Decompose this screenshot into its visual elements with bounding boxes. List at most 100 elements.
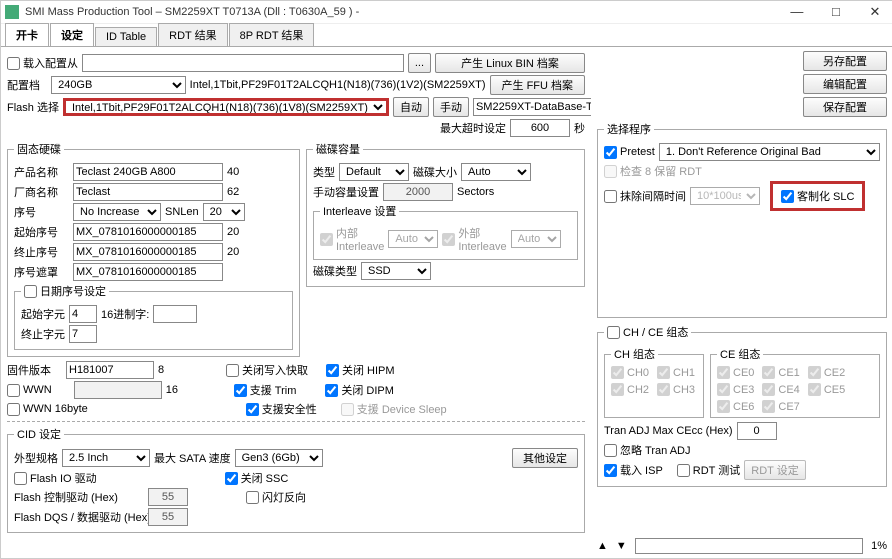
- inner-interleave-select: Auto: [388, 230, 438, 248]
- ch2-check[interactable]: CH2: [611, 383, 649, 396]
- capacity-group: 磁碟容量 类型Default磁碟大小Auto 手动容量设置Sectors Int…: [306, 141, 585, 287]
- tab-open-card[interactable]: 开卡: [5, 23, 49, 46]
- ce0-check[interactable]: CE0: [717, 366, 754, 379]
- outer-interleave-check[interactable]: 外部Interleave: [442, 225, 506, 253]
- profile-select[interactable]: 240GB: [51, 76, 186, 94]
- led-invert-check[interactable]: 闪灯反向: [246, 489, 306, 505]
- title-bar: SMI Mass Production Tool – SM2259XT T071…: [1, 1, 892, 24]
- close-button[interactable]: ✕: [857, 1, 892, 23]
- disk-type-select[interactable]: SSD: [361, 262, 431, 280]
- security-check[interactable]: 支援安全性: [246, 401, 317, 417]
- cap-size-select[interactable]: Auto: [461, 163, 531, 181]
- ce3-check[interactable]: CE3: [717, 383, 754, 396]
- erase-interval-select: 10*100us: [690, 187, 760, 205]
- ce7-check[interactable]: CE7: [762, 400, 799, 413]
- outer-interleave-select: Auto: [511, 230, 561, 248]
- other-settings-button[interactable]: 其他设定: [512, 448, 578, 468]
- flash-ctrl-hex: [148, 488, 188, 506]
- load-isp-check[interactable]: 载入 ISP: [604, 462, 663, 478]
- erase-interval-check[interactable]: 抹除间隔时间: [604, 188, 686, 204]
- inner-interleave-check[interactable]: 内部Interleave: [320, 225, 384, 253]
- close-hipm-check[interactable]: 关闭 HIPM: [326, 362, 395, 378]
- hex-input[interactable]: [153, 305, 197, 323]
- save-config-button[interactable]: 保存配置: [803, 97, 887, 117]
- product-name[interactable]: [73, 163, 223, 181]
- cap-type-select[interactable]: Default: [339, 163, 409, 181]
- capacity-legend: 磁碟容量: [313, 141, 363, 157]
- end-serial[interactable]: [73, 243, 223, 261]
- start-sn-label: 起始序号: [14, 224, 69, 240]
- ch-legend: CH 组态: [611, 346, 658, 362]
- flash-select[interactable]: Intel,1Tbit,PF29F01T2ALCQH1(N18)(736)(1V…: [63, 98, 389, 116]
- maximize-button[interactable]: □: [818, 1, 854, 23]
- tab-8p-rdt-result[interactable]: 8P RDT 结果: [229, 23, 315, 46]
- sort-up-icon[interactable]: ▲: [597, 540, 608, 552]
- minimize-button[interactable]: —: [779, 1, 815, 23]
- save-as-button[interactable]: 另存配置: [803, 51, 887, 71]
- ch3-check[interactable]: CH3: [657, 383, 695, 396]
- close-dipm-check[interactable]: 关闭 DIPM: [325, 382, 394, 398]
- custom-slc-check[interactable]: 客制化 SLC: [770, 181, 865, 211]
- fw-version[interactable]: [66, 361, 154, 379]
- device-sleep-check[interactable]: 支援 Device Sleep: [341, 401, 447, 417]
- trim-check[interactable]: 支援 Trim: [234, 382, 297, 398]
- form-factor-label: 外型规格: [14, 450, 58, 466]
- cap-size-label: 磁碟大小: [413, 164, 457, 180]
- cid-group: CID 设定 外型规格 2.5 Inch 最大 SATA 速度 Gen3 (6G…: [7, 426, 585, 533]
- ce1-check[interactable]: CE1: [762, 366, 799, 379]
- serial-mode[interactable]: No Increase: [73, 203, 161, 221]
- flash-database[interactable]: [473, 98, 591, 116]
- ce4-check[interactable]: CE4: [762, 383, 799, 396]
- ce6-check[interactable]: CE6: [717, 400, 754, 413]
- flash-manual-button[interactable]: 手动: [433, 97, 469, 117]
- close-ssc-check[interactable]: 关闭 SSC: [225, 470, 289, 486]
- start-char[interactable]: [69, 305, 97, 323]
- gen-linux-bin-button[interactable]: 产生 Linux BIN 档案: [435, 53, 585, 73]
- fw-label: 固件版本: [7, 362, 62, 378]
- serial-mask[interactable]: [73, 263, 223, 281]
- sort-down-icon[interactable]: ▼: [616, 540, 627, 552]
- sata-speed-label: 最大 SATA 速度: [154, 450, 231, 466]
- tab-rdt-result[interactable]: RDT 结果: [158, 23, 227, 46]
- date-serial-group: 日期序号设定 起始字元16进制字: 终止字元: [14, 283, 293, 350]
- date-serial-checkbox[interactable]: 日期序号设定: [24, 283, 106, 299]
- flash-auto-button[interactable]: 自动: [393, 97, 429, 117]
- tab-bar: 开卡 设定 ID Table RDT 结果 8P RDT 结果: [1, 24, 892, 47]
- end-char[interactable]: [69, 325, 97, 343]
- vendor-name[interactable]: [73, 183, 223, 201]
- app-icon: [5, 5, 19, 19]
- close-write-cache-check[interactable]: 关闭写入快取: [226, 362, 308, 378]
- wwn-check[interactable]: WWN: [7, 384, 52, 397]
- wwn16-check[interactable]: WWN 16byte: [7, 403, 88, 416]
- pretest-check[interactable]: Pretest: [604, 146, 655, 159]
- form-factor-select[interactable]: 2.5 Inch: [62, 449, 150, 467]
- window-title: SMI Mass Production Tool – SM2259XT T071…: [25, 6, 779, 18]
- tab-id-table[interactable]: ID Table: [95, 27, 157, 46]
- edit-config-button[interactable]: 编辑配置: [803, 74, 887, 94]
- start-serial[interactable]: [73, 223, 223, 241]
- tran-max-input[interactable]: [737, 422, 777, 440]
- flash-dqs-hex: [148, 508, 188, 526]
- load-config-path[interactable]: [82, 54, 404, 72]
- tab-settings[interactable]: 设定: [50, 23, 94, 46]
- load-config-checkbox[interactable]: 载入配置从: [7, 55, 78, 71]
- ce-legend: CE 组态: [717, 346, 763, 362]
- snlen-select[interactable]: 20: [203, 203, 245, 221]
- ch1-check[interactable]: CH1: [657, 366, 695, 379]
- check-rdt-check[interactable]: 检查 8 保留 RDT: [604, 163, 702, 179]
- product-label: 产品名称: [14, 164, 69, 180]
- pretest-mode-select[interactable]: 1. Don't Reference Original Bad: [659, 143, 880, 161]
- tran-max-label: Tran ADJ Max CEcc (Hex): [604, 425, 733, 437]
- skip-tran-check[interactable]: 忽略 Tran ADJ: [604, 442, 691, 458]
- rdt-test-check[interactable]: RDT 测试: [677, 462, 740, 478]
- timeout-value[interactable]: [510, 119, 570, 137]
- ce2-check[interactable]: CE2: [808, 366, 845, 379]
- ce5-check[interactable]: CE5: [808, 383, 845, 396]
- browse-button[interactable]: ...: [408, 53, 431, 73]
- ch-ce-check[interactable]: CH / CE 组态: [607, 324, 688, 340]
- vendor-len: 62: [227, 186, 239, 198]
- gen-ffu-button[interactable]: 产生 FFU 档案: [490, 75, 585, 95]
- sata-speed-select[interactable]: Gen3 (6Gb): [235, 449, 323, 467]
- flash-io-check[interactable]: Flash IO 驱动: [14, 470, 97, 486]
- ch0-check[interactable]: CH0: [611, 366, 649, 379]
